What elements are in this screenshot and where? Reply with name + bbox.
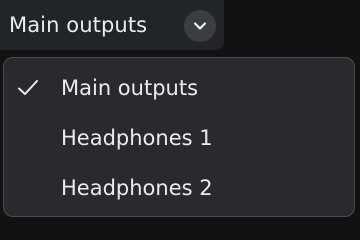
output-dropdown-button[interactable]: Main outputs: [0, 0, 224, 50]
menu-item-label: Headphones 2: [61, 176, 213, 200]
menu-item-main-outputs[interactable]: Main outputs: [4, 63, 354, 113]
selected-output-label: Main outputs: [9, 13, 148, 37]
output-selector: Main outputs Main outputs Headphones 1 H…: [0, 0, 360, 220]
output-dropdown-menu: Main outputs Headphones 1 Headphones 2: [3, 57, 355, 217]
menu-item-label: Headphones 1: [61, 126, 213, 150]
menu-item-headphones-2[interactable]: Headphones 2: [4, 163, 354, 213]
menu-item-headphones-1[interactable]: Headphones 1: [4, 113, 354, 163]
chevron-down-icon[interactable]: [184, 10, 216, 42]
checkmark-icon: [16, 78, 40, 98]
menu-item-label: Main outputs: [61, 76, 199, 100]
